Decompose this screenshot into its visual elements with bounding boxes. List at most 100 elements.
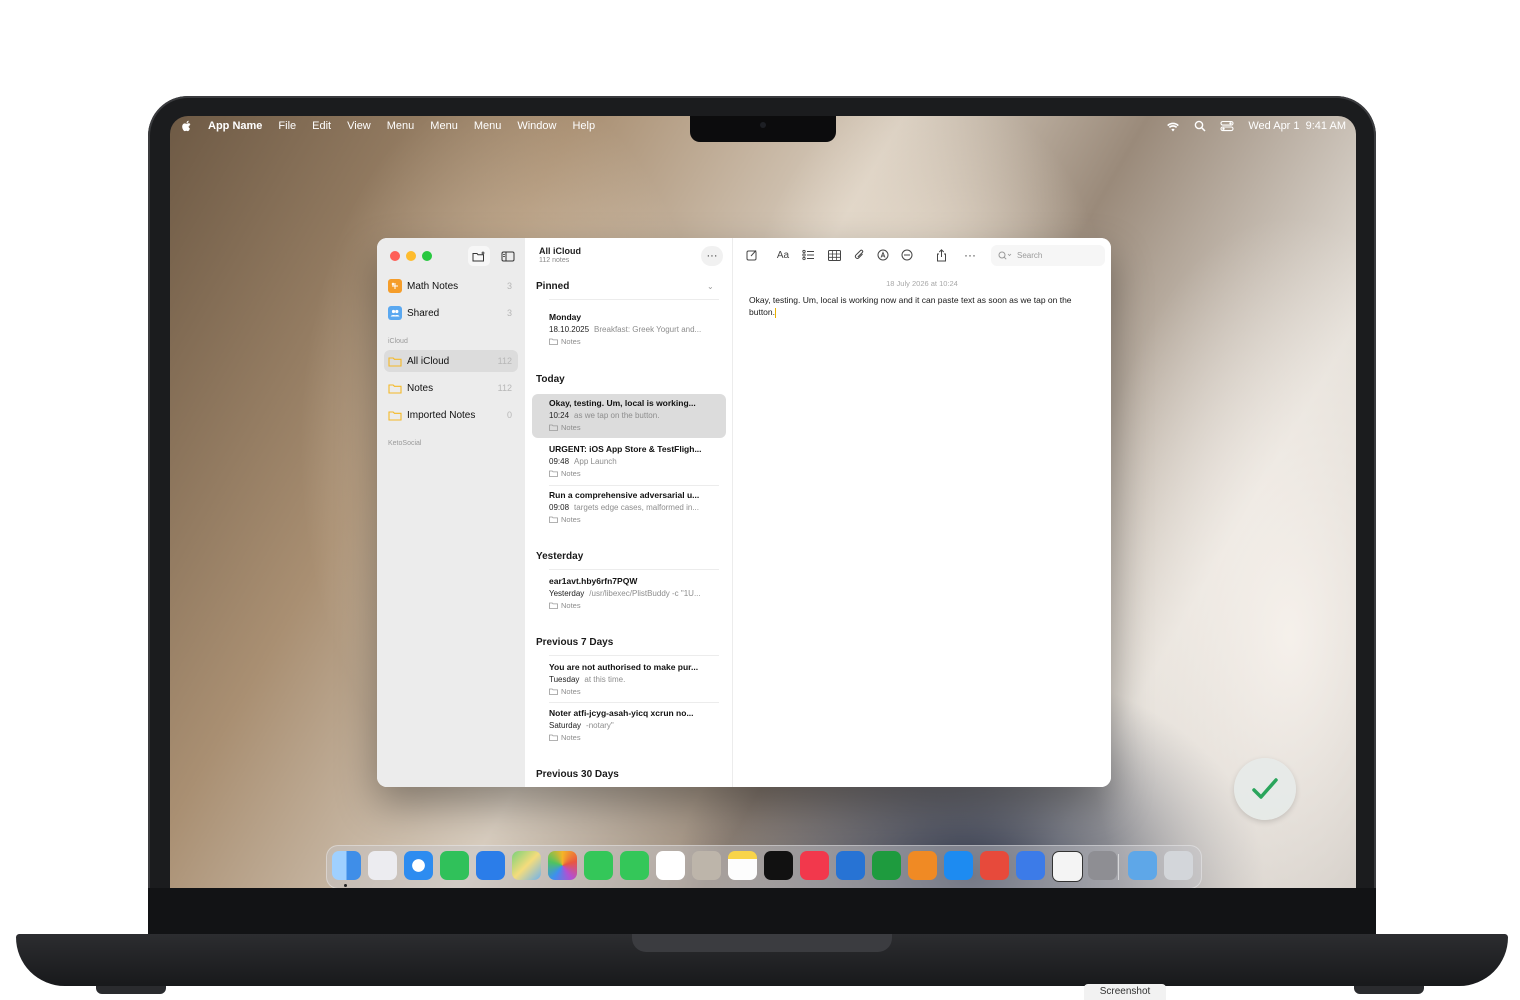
phone-icon[interactable] [620, 851, 649, 880]
window-controls [390, 251, 432, 261]
trash-icon[interactable] [1164, 851, 1193, 880]
list-more-button[interactable]: ··· [701, 246, 723, 266]
note-item-okay-testing[interactable]: Okay, testing. Um, local is working... 1… [532, 394, 726, 438]
folder-icon [549, 734, 558, 741]
note-body-text[interactable]: Okay, testing. Um, local is working now … [749, 294, 1095, 318]
sidebar-item-shared[interactable]: Shared 3 [384, 302, 518, 324]
sidebar-item-all-icloud[interactable]: All iCloud 112 [384, 350, 518, 372]
note-item-noter[interactable]: Noter atfi-jcyg-asah-yicq xcrun no... Sa… [532, 704, 726, 748]
checklist-button[interactable] [798, 245, 818, 265]
wifi-icon[interactable] [1166, 121, 1180, 132]
note-date: Saturday [549, 721, 582, 730]
search-field[interactable]: Search [991, 245, 1105, 266]
note-item-adversarial[interactable]: Run a comprehensive adversarial u... 09:… [532, 486, 726, 530]
system-settings-icon[interactable] [1088, 851, 1117, 880]
shared-icon [388, 306, 402, 320]
music-icon[interactable] [800, 851, 829, 880]
divider [549, 299, 719, 300]
mail-icon[interactable] [476, 851, 505, 880]
menu-item-3[interactable]: Menu [474, 120, 502, 132]
editor-more-button[interactable]: ··· [960, 245, 980, 265]
compose-icon [746, 250, 757, 261]
note-folder: Notes [561, 469, 581, 478]
sidebar-item-imported-notes[interactable]: Imported Notes 0 [384, 404, 518, 426]
menu-item-2[interactable]: Menu [430, 120, 458, 132]
note-date: Yesterday [549, 589, 585, 598]
downloads-folder-icon[interactable] [1128, 851, 1157, 880]
rocket-app-icon[interactable] [980, 851, 1009, 880]
control-center-icon[interactable] [1220, 120, 1234, 132]
note-folder: Notes [561, 337, 581, 346]
pages-icon[interactable] [908, 851, 937, 880]
minimize-button[interactable] [406, 251, 416, 261]
sidebar-item-math-notes[interactable]: Math Notes 3 [384, 275, 518, 297]
done-button[interactable] [1234, 758, 1296, 820]
note-title: Okay, testing. Um, local is working... [549, 398, 696, 408]
lock-note-button[interactable] [897, 245, 917, 265]
note-preview: Breakfast: Greek Yogurt and... [594, 325, 702, 334]
sidebar-item-label: All iCloud [407, 355, 450, 367]
zoom-button[interactable] [422, 251, 432, 261]
apple-tv-icon[interactable] [764, 851, 793, 880]
menu-edit[interactable]: Edit [312, 120, 331, 132]
calendar-icon[interactable] [656, 851, 685, 880]
note-item-urgent[interactable]: URGENT: iOS App Store & TestFligh... 09:… [532, 440, 726, 484]
math-notes-icon [388, 279, 402, 293]
photos-icon[interactable] [548, 851, 577, 880]
app-store-icon[interactable] [944, 851, 973, 880]
maps-icon[interactable] [512, 851, 541, 880]
note-timestamp: 18 July 2026 at 10:24 [886, 279, 958, 288]
chevron-down-icon[interactable]: ⌄ [707, 282, 714, 291]
markup-pen-icon [877, 249, 889, 261]
item-count: 0 [506, 410, 512, 420]
desktop: App Name File Edit View Menu Menu Menu W… [170, 116, 1356, 888]
new-folder-button[interactable] [468, 246, 490, 266]
menu-window[interactable]: Window [517, 120, 556, 132]
keynote-icon[interactable] [836, 851, 865, 880]
table-button[interactable] [824, 245, 844, 265]
menu-help[interactable]: Help [572, 120, 595, 132]
laptop-bezel [148, 888, 1376, 938]
sidebar-item-label: Shared [407, 307, 440, 319]
notes-app-icon[interactable] [728, 851, 757, 880]
messages-icon[interactable] [440, 851, 469, 880]
note-date: Tuesday [549, 675, 580, 684]
attachment-button[interactable] [849, 245, 869, 265]
menu-item-1[interactable]: Menu [387, 120, 415, 132]
note-item-monday[interactable]: Monday 18.10.2025 Breakfast: Greek Yogurt… [532, 308, 726, 352]
utility-app-icon[interactable] [1052, 851, 1083, 882]
toggle-sidebar-button[interactable] [497, 246, 519, 266]
safari-icon[interactable] [404, 851, 433, 880]
markup-button[interactable] [873, 245, 893, 265]
note-title: You are not authorised to make pur... [549, 662, 699, 672]
note-editor: Aa ··· Search 18 July 2026 at 10:24 Okay… [733, 238, 1111, 787]
note-date: 09:48 [549, 457, 570, 466]
group-header-yesterday: Yesterday [536, 551, 584, 562]
note-item-ear1avt[interactable]: ear1avt.hby6rfn7PQW Yesterday/usr/libexe… [532, 572, 726, 616]
folder-icon [388, 408, 402, 422]
note-item-not-authorised[interactable]: You are not authorised to make pur... Tu… [532, 658, 726, 702]
launchpad-icon[interactable] [368, 851, 397, 880]
menubar-clock[interactable]: Wed Apr 1 9:41 AM [1248, 120, 1346, 132]
sidebar-item-notes[interactable]: Notes 112 [384, 377, 518, 399]
divider [549, 569, 719, 570]
facetime-icon[interactable] [584, 851, 613, 880]
close-button[interactable] [390, 251, 400, 261]
apple-logo-icon[interactable] [182, 120, 192, 132]
compose-button[interactable] [742, 245, 762, 265]
sidebar-item-label: Notes [407, 382, 434, 394]
camera-notch [690, 116, 836, 142]
numbers-icon[interactable] [872, 851, 901, 880]
contacts-icon[interactable] [692, 851, 721, 880]
menu-view[interactable]: View [347, 120, 371, 132]
list-title: All iCloud [539, 246, 581, 256]
spotlight-search-icon[interactable] [1194, 120, 1206, 132]
format-button[interactable]: Aa [772, 245, 794, 265]
simulator-icon[interactable] [1016, 851, 1045, 880]
share-button[interactable] [931, 245, 951, 265]
menu-file[interactable]: File [278, 120, 296, 132]
menu-app-name[interactable]: App Name [208, 120, 262, 132]
note-preview: as we tap on the button. [574, 411, 660, 420]
folder-icon [549, 424, 558, 431]
finder-icon[interactable] [332, 851, 361, 880]
